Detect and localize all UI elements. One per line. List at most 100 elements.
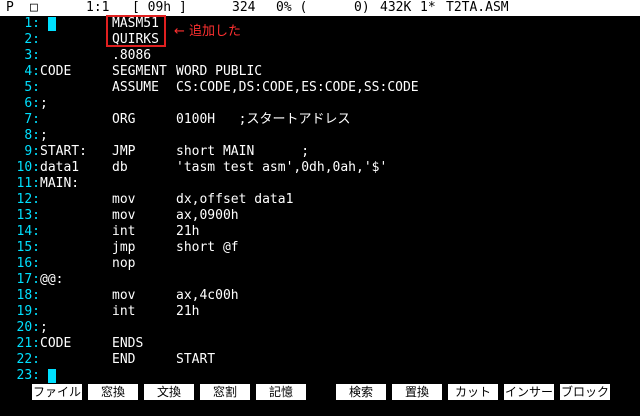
free-memory: 432K	[380, 0, 412, 15]
fkey-9-button[interactable]: インサート	[504, 384, 554, 415]
char-code: [ 09h ]	[132, 0, 187, 15]
line-operands: 21h	[176, 304, 200, 319]
editor-line[interactable]: 18: mov ax,4c00h	[0, 288, 640, 304]
editor-line[interactable]: 22: END START	[0, 352, 640, 368]
line-label: data1	[40, 160, 80, 175]
editor-line[interactable]: 10: data1 db 'tasm test asm',0dh,0ah,'$'	[0, 160, 640, 176]
editor-line[interactable]: 16: nop	[0, 256, 640, 272]
line-number: 6:	[24, 96, 40, 111]
editor-line[interactable]: 14: int 21h	[0, 224, 640, 240]
line-opcode: mov	[112, 288, 136, 303]
fkey-10-button[interactable]: ブロック	[560, 384, 610, 400]
mode-indicator: P	[6, 0, 14, 15]
fkey-5-button[interactable]: 記憶	[256, 384, 306, 400]
editor-line[interactable]: 5: ASSUME CS:CODE,DS:CODE,ES:CODE,SS:CODE	[0, 80, 640, 96]
line-number: 12:	[16, 192, 40, 207]
fkey-2-button[interactable]: 窓換	[88, 384, 138, 400]
percent: 0% (	[276, 0, 308, 15]
line-label: CODE	[40, 336, 72, 351]
line-opcode: SEGMENT	[112, 64, 167, 79]
editor-line[interactable]: 20:;	[0, 320, 640, 336]
line-opcode: int	[112, 224, 136, 239]
editor-area[interactable]: 1: MASM51 2: QUIRKS 3: .8086 4: CODE SEGMENT WORD…	[0, 16, 640, 384]
line-operands: START	[176, 352, 216, 367]
line-opcode: jmp	[112, 240, 136, 255]
line-number: 4:	[24, 64, 40, 79]
line-number: 22:	[16, 352, 40, 367]
line-operands: WORD PUBLIC	[176, 64, 263, 79]
line-opcode: int	[112, 304, 136, 319]
line-operands: dx,offset data1	[176, 192, 294, 207]
editor-line[interactable]: 8:;	[0, 128, 640, 144]
line-operands: short @f	[176, 240, 239, 255]
line-label: @@:	[40, 272, 64, 287]
line-number: 13:	[16, 208, 40, 223]
line-number: 17:	[16, 272, 40, 287]
editor-line[interactable]: 4: CODE SEGMENT WORD PUBLIC	[0, 64, 640, 80]
line-number: 3:	[24, 48, 40, 63]
editor-line[interactable]: 9: START: JMP short MAIN ;	[0, 144, 640, 160]
line-label: START:	[40, 144, 87, 159]
line-opcode: nop	[112, 256, 136, 271]
line-number: 7:	[24, 112, 40, 127]
fkey-4-button[interactable]: 窓割	[200, 384, 250, 400]
line-operands: CS:CODE,DS:CODE,ES:CODE,SS:CODE	[176, 80, 419, 95]
line-number: 1:	[24, 16, 40, 31]
line-number: 16:	[16, 256, 40, 271]
window-indicator: 1*	[420, 0, 436, 15]
line-number: 5:	[24, 80, 40, 95]
fkey-8-button[interactable]: カット	[448, 384, 498, 400]
line-operands: short MAIN ;	[176, 144, 310, 159]
text-cursor	[48, 16, 56, 32]
editor-line[interactable]: 23:	[0, 368, 640, 384]
line-label: ;	[40, 320, 48, 335]
line-label: ;	[40, 96, 48, 111]
line-operands: ax,0900h	[176, 208, 239, 223]
editor-line[interactable]: 11: MAIN:	[0, 176, 640, 192]
editor-line[interactable]: 1: MASM51	[0, 16, 640, 32]
filename: T2TA.ASM	[446, 0, 509, 15]
fkey-7-button[interactable]: 置換	[392, 384, 442, 400]
line-opcode: JMP	[112, 144, 136, 159]
line-number: 14:	[16, 224, 40, 239]
line-opcode: ORG	[112, 112, 136, 127]
line-number: 23:	[16, 368, 40, 383]
line-opcode: ENDS	[112, 336, 144, 351]
line-operands: 0100H ;スタートアドレス	[176, 112, 351, 127]
mode-box: □	[30, 0, 38, 15]
line-opcode: .8086	[112, 48, 152, 63]
file-size: 324	[232, 0, 256, 15]
editor-line[interactable]: 17: @@:	[0, 272, 640, 288]
fkey-1-button[interactable]: ファイル	[32, 384, 82, 400]
count: 0)	[354, 0, 370, 15]
line-number: 10:	[16, 160, 40, 175]
annotation-note: ← 追加した	[174, 24, 242, 39]
line-number: 11:	[16, 176, 40, 191]
function-key-bar: ファイル 窓換 文換 窓割 記憶 検索 置換 カット インサート ブロック	[0, 384, 640, 415]
line-number: 8:	[24, 128, 40, 143]
editor-line[interactable]: 6:;	[0, 96, 640, 112]
editor-line[interactable]: 21: CODE ENDS	[0, 336, 640, 352]
fkey-6-button[interactable]: 検索	[336, 384, 386, 400]
editor-line[interactable]: 3: .8086	[0, 48, 640, 64]
editor-line[interactable]: 7: ORG 0100H ;スタートアドレス	[0, 112, 640, 128]
line-operands: ax,4c00h	[176, 288, 239, 303]
line-opcode: mov	[112, 208, 136, 223]
status-bar: P □ 1:1 [ 09h ] 324 0% ( 0) 432K 1* T2TA…	[0, 0, 640, 16]
fkey-3-button[interactable]: 文換	[144, 384, 194, 400]
editor-line[interactable]: 13: mov ax,0900h	[0, 208, 640, 224]
line-label: CODE	[40, 64, 72, 79]
editor-line[interactable]: 12: mov dx,offset data1	[0, 192, 640, 208]
line-operands: 'tasm test asm',0dh,0ah,'$'	[176, 160, 388, 175]
text-cursor	[48, 368, 56, 384]
line-opcode: mov	[112, 192, 136, 207]
line-number: 18:	[16, 288, 40, 303]
line-opcode: db	[112, 160, 128, 175]
highlight-box	[106, 15, 166, 47]
line-opcode: END	[112, 352, 136, 367]
line-label: ;	[40, 128, 48, 143]
editor-line[interactable]: 2: QUIRKS	[0, 32, 640, 48]
line-opcode: ASSUME	[112, 80, 159, 95]
editor-line[interactable]: 19: int 21h	[0, 304, 640, 320]
editor-line[interactable]: 15: jmp short @f	[0, 240, 640, 256]
